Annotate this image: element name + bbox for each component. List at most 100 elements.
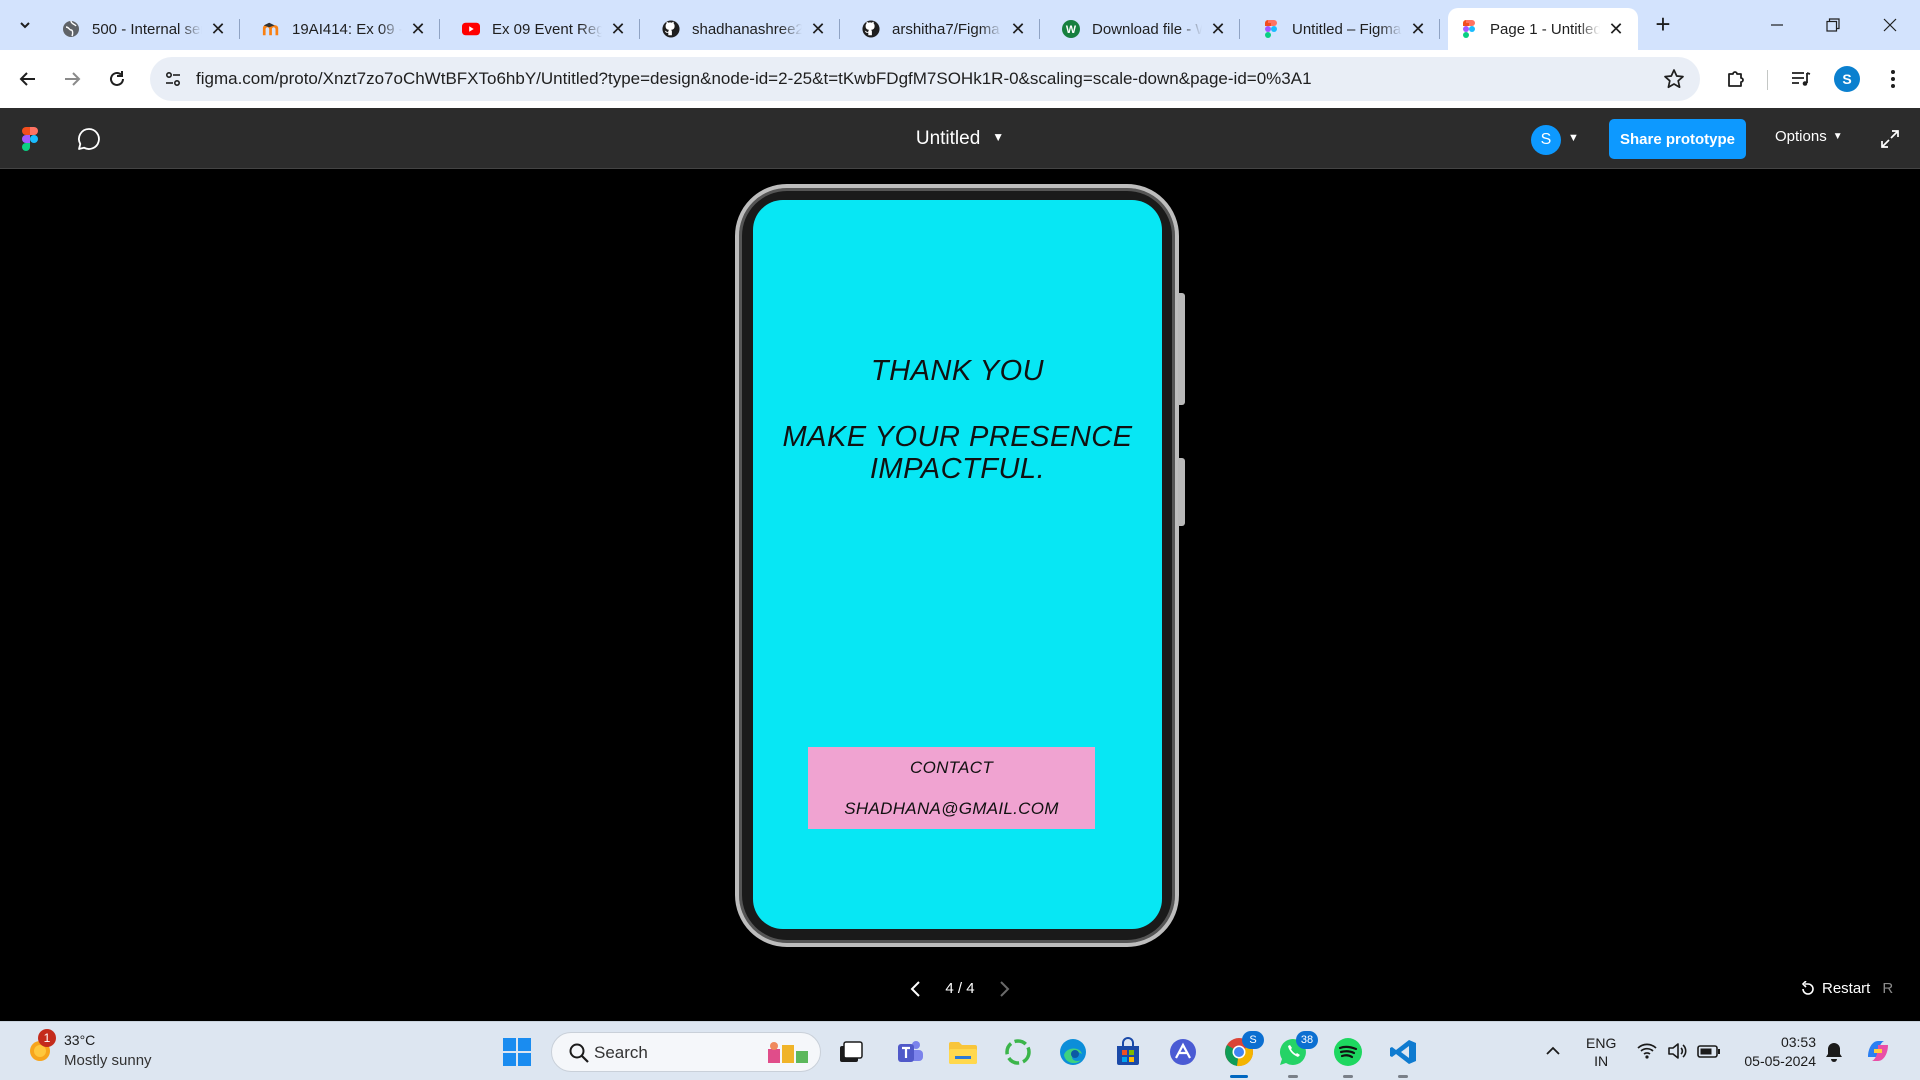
playlist-icon <box>1792 72 1811 86</box>
contact-email: SHADHANA@GMAIL.COM <box>844 799 1059 818</box>
media-control-button[interactable] <box>1786 64 1816 94</box>
teams-icon[interactable] <box>893 1035 927 1069</box>
contact-box: CONTACT SHADHANA@GMAIL.COM <box>808 747 1095 829</box>
chrome-icon[interactable]: S <box>1222 1031 1264 1078</box>
browser-tab-strip: 500 - Internal server error ✕ 19AI414: E… <box>0 0 1920 50</box>
minimize-button[interactable] <box>1757 10 1797 40</box>
browser-tab[interactable]: 500 - Internal server error ✕ <box>50 8 240 50</box>
tab-search-button[interactable] <box>10 10 40 40</box>
active-indicator <box>1230 1075 1248 1078</box>
spotify-icon[interactable] <box>1331 1035 1365 1078</box>
notification-bell-icon[interactable] <box>1824 1041 1844 1063</box>
weather-notification-badge: 1 <box>38 1029 56 1047</box>
edge-icon[interactable] <box>1056 1035 1090 1069</box>
previous-frame-button[interactable] <box>906 979 926 999</box>
close-icon[interactable]: ✕ <box>1606 19 1626 39</box>
wifi-icon[interactable] <box>1636 1040 1658 1062</box>
taskbar-search[interactable]: Search <box>551 1032 821 1072</box>
vpn-app-icon[interactable] <box>1166 1035 1200 1069</box>
chrome-profile-badge: S <box>1242 1031 1264 1049</box>
close-icon[interactable]: ✕ <box>1008 19 1028 39</box>
tab-title: Ex 09 Event Registration <box>492 20 602 38</box>
browser-tab[interactable]: 19AI414: Ex 09 - ✕ <box>250 8 440 50</box>
microsoft-store-icon[interactable] <box>1111 1035 1145 1069</box>
contact-label: CONTACT <box>910 758 993 777</box>
fullscreen-icon[interactable] <box>1880 129 1900 149</box>
user-avatar[interactable]: S <box>1531 125 1561 155</box>
browser-tab[interactable]: Untitled – Figma ✕ <box>1250 8 1440 50</box>
search-label: Search <box>594 1043 648 1062</box>
clock-date: 05-05-2024 <box>1744 1053 1816 1069</box>
next-frame-button[interactable] <box>994 979 1014 999</box>
extensions-button[interactable] <box>1721 64 1751 94</box>
new-tab-button[interactable]: + <box>1650 11 1676 38</box>
reload-button[interactable] <box>101 63 133 95</box>
refresh-app-icon[interactable] <box>1001 1035 1035 1069</box>
address-bar[interactable]: figma.com/proto/Xnzt7zo7oChWtBFXTo6hbY/U… <box>150 57 1700 101</box>
youtube-icon <box>462 20 480 38</box>
close-window-button[interactable] <box>1870 10 1910 40</box>
chevron-right-icon <box>1000 981 1010 997</box>
start-button[interactable] <box>503 1038 531 1066</box>
search-icon <box>569 1043 589 1063</box>
tab-title: Page 1 - Untitled <box>1490 20 1600 38</box>
chevron-down-icon: ▼ <box>1832 131 1843 142</box>
clock-time: 03:53 <box>1780 1034 1816 1050</box>
toolbar-divider <box>1767 70 1768 90</box>
close-icon[interactable]: ✕ <box>808 19 828 39</box>
close-icon[interactable]: ✕ <box>208 19 228 39</box>
close-icon[interactable]: ✕ <box>608 19 628 39</box>
close-icon[interactable]: ✕ <box>1208 19 1228 39</box>
prototype-canvas: THANK YOU MAKE YOUR PRESENCE IMPACTFUL. … <box>0 169 1920 1021</box>
region-code: IN <box>1594 1053 1609 1069</box>
figma-icon <box>1460 20 1478 38</box>
chevron-up-icon[interactable] <box>1544 1042 1562 1060</box>
prototype-frame[interactable]: THANK YOU MAKE YOUR PRESENCE IMPACTFUL. … <box>753 200 1162 929</box>
browser-tab[interactable]: arshitha7/Figma ✕ <box>850 8 1040 50</box>
arrow-left-icon <box>19 72 35 86</box>
browser-tab-active[interactable]: Page 1 - Untitled ✕ <box>1448 8 1638 50</box>
tagline-line-2: IMPACTFUL. <box>869 453 1046 485</box>
close-icon[interactable]: ✕ <box>1408 19 1428 39</box>
profile-avatar[interactable]: S <box>1834 66 1860 92</box>
weather-condition[interactable]: Mostly sunny <box>64 1052 152 1069</box>
url-text[interactable]: figma.com/proto/Xnzt7zo7oChWtBFXTo6hbY/U… <box>196 69 1312 89</box>
tune-icon <box>165 71 181 87</box>
input-language-indicator[interactable]: ENG IN <box>1586 1034 1616 1070</box>
site-info-button[interactable] <box>158 64 188 94</box>
moodle-icon <box>262 20 280 38</box>
browser-tab[interactable]: Ex 09 Event Registration ✕ <box>450 8 640 50</box>
frame-counter: 4 / 4 <box>945 980 975 997</box>
volume-icon[interactable] <box>1666 1040 1688 1062</box>
bookmark-star-icon[interactable] <box>1662 67 1686 91</box>
language-code: ENG <box>1586 1035 1617 1051</box>
copilot-icon[interactable] <box>1862 1035 1894 1067</box>
options-label: Options <box>1775 128 1827 145</box>
restore-button[interactable] <box>1813 10 1853 40</box>
battery-icon[interactable] <box>1697 1040 1720 1062</box>
weather-temperature[interactable]: 33°C <box>64 1032 95 1048</box>
system-clock[interactable]: 03:53 05-05-2024 <box>1730 1033 1816 1071</box>
browser-tab[interactable]: shadhanashree2 ✕ <box>650 8 840 50</box>
vscode-icon[interactable] <box>1386 1035 1420 1078</box>
arrow-right-icon <box>65 72 81 86</box>
restart-button[interactable]: Restart R <box>1800 980 1893 997</box>
minimize-icon <box>1771 24 1783 26</box>
restart-icon <box>1801 980 1814 995</box>
chevron-down-icon[interactable]: ▼ <box>1568 132 1579 144</box>
share-prototype-button[interactable]: Share prototype <box>1609 119 1746 159</box>
chrome-menu-button[interactable] <box>1878 64 1908 94</box>
file-explorer-icon[interactable] <box>946 1035 980 1069</box>
task-view-icon[interactable] <box>834 1035 868 1069</box>
close-icon[interactable]: ✕ <box>408 19 428 39</box>
options-menu-button[interactable]: Options ▼ <box>1775 128 1843 145</box>
forward-button[interactable] <box>56 63 88 95</box>
whatsapp-icon[interactable]: 38 <box>1276 1031 1318 1078</box>
back-button[interactable] <box>12 63 44 95</box>
tab-title: shadhanashree2 <box>692 20 802 38</box>
windows-taskbar: 1 33°C Mostly sunny Search S 38 ENG IN 0… <box>0 1021 1920 1080</box>
browser-tab[interactable]: W Download file - W ✕ <box>1050 8 1240 50</box>
svg-text:W: W <box>1066 24 1077 36</box>
tab-title: 500 - Internal server error <box>92 20 202 38</box>
reload-icon <box>110 71 124 86</box>
